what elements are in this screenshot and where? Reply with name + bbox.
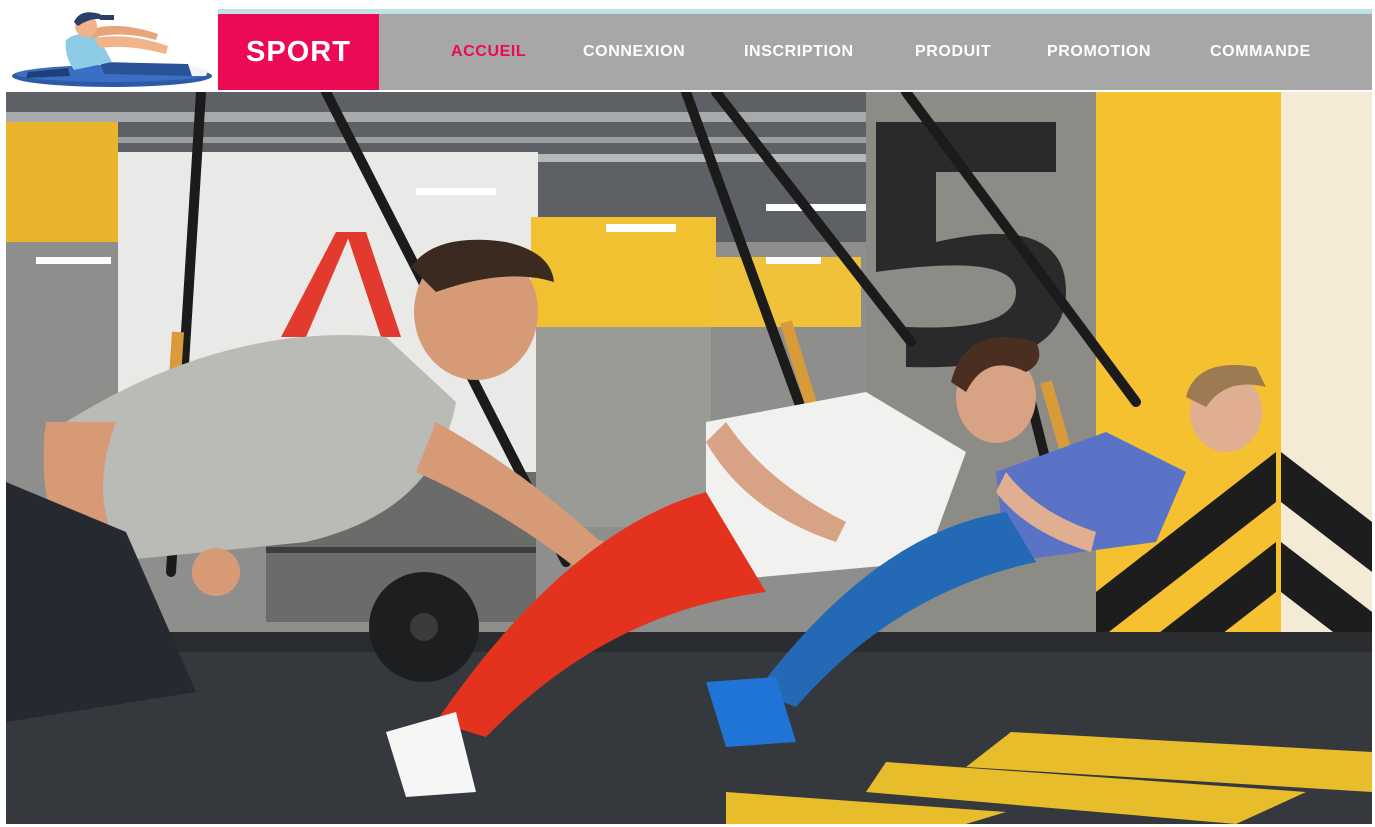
brand-title[interactable]: SPORT — [218, 14, 379, 90]
logo[interactable] — [8, 6, 218, 92]
nav-item-accueil[interactable]: ACCUEIL — [451, 14, 526, 90]
nav-item-produit[interactable]: PRODUIT — [915, 14, 991, 90]
page: SPORT ACCUEIL CONNEXION INSCRIPTION PROD… — [0, 0, 1375, 827]
nav-item-inscription[interactable]: INSCRIPTION — [744, 14, 854, 90]
hero-image — [6, 92, 1372, 824]
nav-item-promotion[interactable]: PROMOTION — [1047, 14, 1151, 90]
nav-item-connexion[interactable]: CONNEXION — [583, 14, 685, 90]
main-nav: ACCUEIL CONNEXION INSCRIPTION PRODUIT PR… — [379, 14, 1372, 90]
nav-item-commande[interactable]: COMMANDE — [1210, 14, 1311, 90]
gym-suspension-training-photo — [6, 92, 1372, 824]
stretching-athlete-logo-icon — [12, 12, 212, 87]
